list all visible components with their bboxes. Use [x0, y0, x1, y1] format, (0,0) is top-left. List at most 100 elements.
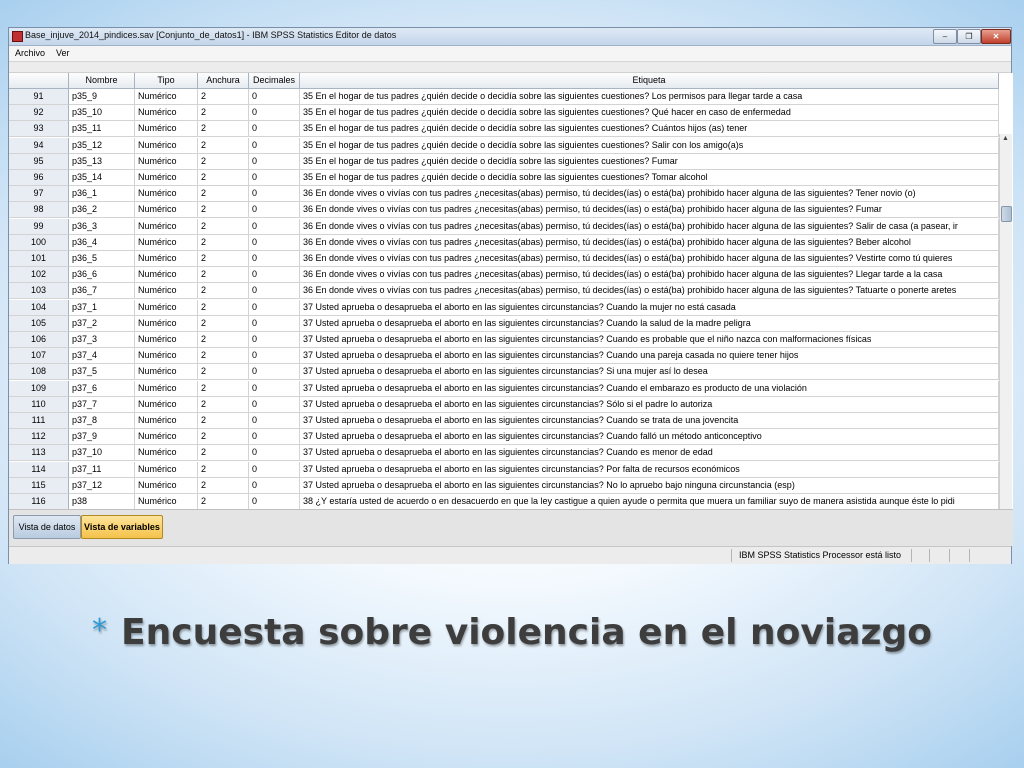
- table-row[interactable]: 91 p35_9 Numérico 2 0 35 En el hogar de tus p…: [9, 89, 999, 105]
- row-number[interactable]: 103: [9, 283, 69, 300]
- variable-width-cell[interactable]: 2: [198, 186, 249, 203]
- row-number[interactable]: 93: [9, 121, 69, 138]
- variable-type-cell[interactable]: Numérico: [135, 429, 198, 446]
- variable-label-cell[interactable]: 37 Usted aprueba o desaprueba el aborto …: [300, 413, 999, 429]
- variable-width-cell[interactable]: 2: [198, 461, 249, 478]
- variable-type-cell[interactable]: Numérico: [135, 380, 198, 397]
- table-row[interactable]: 105 p37_2 Numérico 2 0 37 Usted aprueba o des…: [9, 315, 999, 332]
- table-row[interactable]: 97 p36_1 Numérico 2 0 36 En donde vives o viv…: [9, 186, 999, 203]
- table-row[interactable]: 110 p37_7 Numérico 2 0 37 Usted aprueba o des…: [9, 396, 999, 413]
- variable-label-cell[interactable]: 35 En el hogar de tus padres ¿quién deci…: [300, 105, 999, 122]
- variable-width-cell[interactable]: 2: [198, 429, 249, 446]
- variable-width-cell[interactable]: 2: [198, 299, 249, 316]
- vertical-scroll-thumb[interactable]: [1001, 206, 1012, 222]
- variable-decimals-cell[interactable]: 0: [249, 380, 300, 397]
- variable-type-cell[interactable]: Numérico: [135, 251, 198, 267]
- row-number[interactable]: 116: [9, 494, 69, 509]
- scroll-up-arrow-icon[interactable]: ▲: [1002, 135, 1009, 142]
- variable-type-cell[interactable]: Numérico: [135, 461, 198, 478]
- table-row[interactable]: 103 p36_7 Numérico 2 0 36 En donde vives o vi…: [9, 283, 999, 300]
- variable-name-cell[interactable]: p37_9: [69, 429, 135, 446]
- variable-type-cell[interactable]: Numérico: [135, 121, 198, 138]
- variable-width-cell[interactable]: 2: [198, 218, 249, 235]
- table-row[interactable]: 95 p35_13 Numérico 2 0 35 En el hogar de tus …: [9, 153, 999, 170]
- variable-label-cell[interactable]: 37 Usted aprueba o desaprueba el aborto …: [300, 445, 999, 462]
- variable-name-cell[interactable]: p38: [69, 494, 135, 509]
- corner-header[interactable]: [9, 73, 69, 89]
- variable-width-cell[interactable]: 2: [198, 251, 249, 267]
- table-row[interactable]: 92 p35_10 Numérico 2 0 35 En el hogar de tus …: [9, 105, 999, 122]
- variable-decimals-cell[interactable]: 0: [249, 461, 300, 478]
- variable-type-cell[interactable]: Numérico: [135, 332, 198, 348]
- variable-width-cell[interactable]: 2: [198, 380, 249, 397]
- variable-width-cell[interactable]: 2: [198, 477, 249, 494]
- variable-name-cell[interactable]: p36_1: [69, 186, 135, 203]
- variable-type-cell[interactable]: Numérico: [135, 267, 198, 284]
- variable-label-cell[interactable]: 36 En donde vives o vivías con tus padre…: [300, 218, 999, 235]
- row-number[interactable]: 110: [9, 396, 69, 413]
- variable-width-cell[interactable]: 2: [198, 267, 249, 284]
- variable-name-cell[interactable]: p36_3: [69, 218, 135, 235]
- row-number[interactable]: 96: [9, 170, 69, 186]
- variable-name-cell[interactable]: p36_6: [69, 267, 135, 284]
- variable-decimals-cell[interactable]: 0: [249, 445, 300, 462]
- variable-name-cell[interactable]: p35_14: [69, 170, 135, 186]
- variable-type-cell[interactable]: Numérico: [135, 396, 198, 413]
- variable-type-cell[interactable]: Numérico: [135, 299, 198, 316]
- variable-label-cell[interactable]: 37 Usted aprueba o desaprueba el aborto …: [300, 477, 999, 494]
- variable-decimals-cell[interactable]: 0: [249, 396, 300, 413]
- variable-decimals-cell[interactable]: 0: [249, 218, 300, 235]
- row-number[interactable]: 102: [9, 267, 69, 284]
- variable-width-cell[interactable]: 2: [198, 121, 249, 138]
- row-number[interactable]: 115: [9, 477, 69, 494]
- variable-type-cell[interactable]: Numérico: [135, 234, 198, 251]
- variable-name-cell[interactable]: p37_8: [69, 413, 135, 429]
- variable-decimals-cell[interactable]: 0: [249, 121, 300, 138]
- column-header-anchura[interactable]: Anchura: [198, 73, 249, 89]
- variable-decimals-cell[interactable]: 0: [249, 299, 300, 316]
- variable-type-cell[interactable]: Numérico: [135, 186, 198, 203]
- variable-name-cell[interactable]: p36_4: [69, 234, 135, 251]
- variable-label-cell[interactable]: 37 Usted aprueba o desaprueba el aborto …: [300, 332, 999, 348]
- variable-name-cell[interactable]: p37_4: [69, 348, 135, 365]
- variable-name-cell[interactable]: p35_11: [69, 121, 135, 138]
- variable-decimals-cell[interactable]: 0: [249, 170, 300, 186]
- variable-width-cell[interactable]: 2: [198, 413, 249, 429]
- variable-name-cell[interactable]: p37_7: [69, 396, 135, 413]
- row-number[interactable]: 92: [9, 105, 69, 122]
- variable-width-cell[interactable]: 2: [198, 170, 249, 186]
- row-number[interactable]: 99: [9, 218, 69, 235]
- variable-type-cell[interactable]: Numérico: [135, 283, 198, 300]
- table-row[interactable]: 112 p37_9 Numérico 2 0 37 Usted aprueba o des…: [9, 429, 999, 446]
- row-number[interactable]: 91: [9, 89, 69, 105]
- variable-decimals-cell[interactable]: 0: [249, 332, 300, 348]
- menu-archivo[interactable]: Archivo: [15, 48, 45, 58]
- variable-label-cell[interactable]: 37 Usted aprueba o desaprueba el aborto …: [300, 315, 999, 332]
- minimize-button[interactable]: –: [933, 29, 957, 44]
- variable-label-cell[interactable]: 35 En el hogar de tus padres ¿quién deci…: [300, 137, 999, 154]
- variable-label-cell[interactable]: 36 En donde vives o vivías con tus padre…: [300, 186, 999, 203]
- table-row[interactable]: 115 p37_12 Numérico 2 0 37 Usted aprueba o de…: [9, 477, 999, 494]
- variable-type-cell[interactable]: Numérico: [135, 494, 198, 509]
- variable-name-cell[interactable]: p37_10: [69, 445, 135, 462]
- row-number[interactable]: 114: [9, 461, 69, 478]
- row-number[interactable]: 111: [9, 413, 69, 429]
- variable-name-cell[interactable]: p37_2: [69, 315, 135, 332]
- tab-data-view[interactable]: Vista de datos: [13, 515, 81, 539]
- variable-width-cell[interactable]: 2: [198, 283, 249, 300]
- variable-width-cell[interactable]: 2: [198, 89, 249, 105]
- row-number[interactable]: 97: [9, 186, 69, 203]
- variable-type-cell[interactable]: Numérico: [135, 170, 198, 186]
- variable-width-cell[interactable]: 2: [198, 396, 249, 413]
- row-number[interactable]: 106: [9, 332, 69, 348]
- variable-name-cell[interactable]: p35_10: [69, 105, 135, 122]
- variable-name-cell[interactable]: p36_5: [69, 251, 135, 267]
- variable-name-cell[interactable]: p37_1: [69, 299, 135, 316]
- variable-name-cell[interactable]: p37_12: [69, 477, 135, 494]
- variable-width-cell[interactable]: 2: [198, 153, 249, 170]
- variable-decimals-cell[interactable]: 0: [249, 234, 300, 251]
- variable-name-cell[interactable]: p35_13: [69, 153, 135, 170]
- variable-label-cell[interactable]: 35 En el hogar de tus padres ¿quién deci…: [300, 153, 999, 170]
- row-number[interactable]: 113: [9, 445, 69, 462]
- variable-type-cell[interactable]: Numérico: [135, 364, 198, 381]
